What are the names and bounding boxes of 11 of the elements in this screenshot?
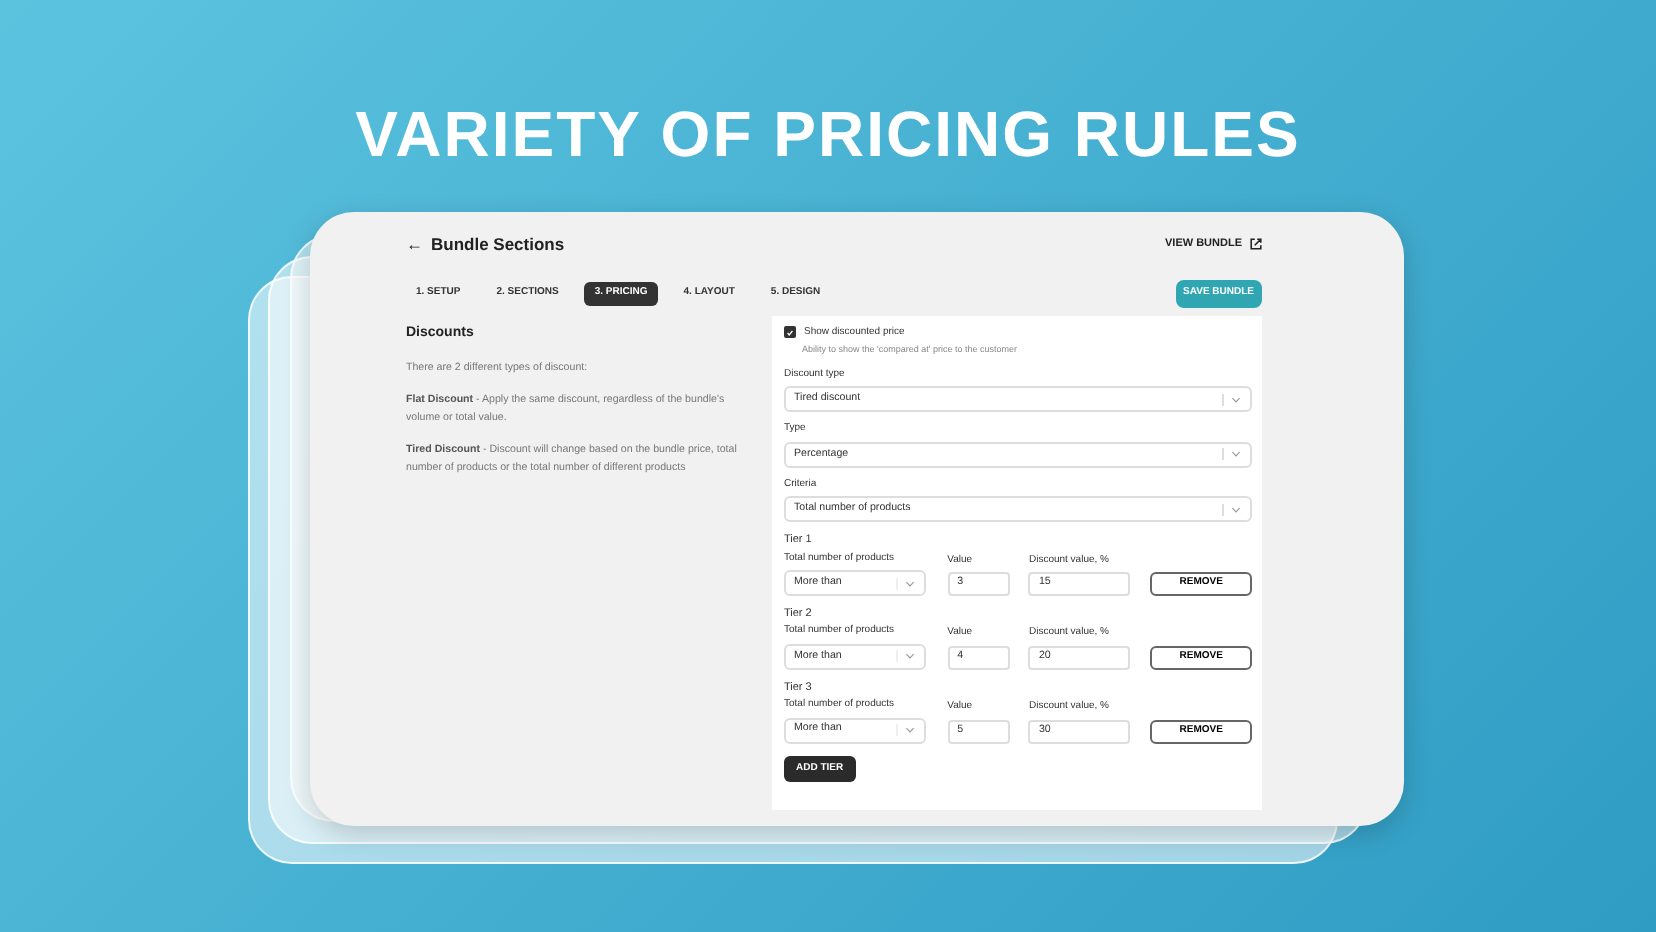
chevron-down-icon: [1222, 393, 1242, 406]
checkbox[interactable]: [784, 326, 796, 339]
chevron-down-icon: [896, 577, 916, 589]
chevron-down-icon: [896, 650, 916, 663]
headline: VARIETY OF PRICING RULES: [353, 96, 1303, 172]
back-icon[interactable]: ←: [406, 231, 423, 257]
chevron-down-icon: [1222, 448, 1242, 461]
chevron-down-icon: [1222, 503, 1242, 516]
chevron-down-icon: [896, 724, 916, 736]
external-link-icon: [1250, 238, 1262, 250]
page-title: Bundle Sections: [431, 231, 565, 257]
